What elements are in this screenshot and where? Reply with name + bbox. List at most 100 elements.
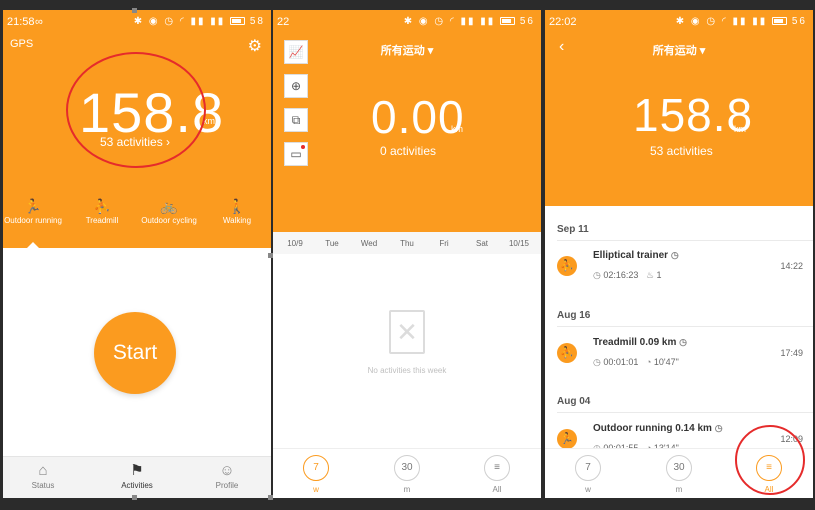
filter-label: 所有运动 — [380, 45, 425, 57]
activity-time: 14:22 — [780, 261, 803, 271]
tab-status[interactable]: ⌂ Status — [3, 461, 83, 490]
sport-label: Walking — [222, 216, 252, 225]
sport-selector: 🏃 Outdoor running ⛹ Treadmill 🚲 Outdoor cyc… — [3, 196, 271, 236]
sport-label: Outdoor running — [4, 216, 62, 225]
status-time: 22 — [277, 16, 290, 28]
pace-icon: ◔ — [645, 357, 652, 367]
sport-label: Treadmill — [85, 216, 119, 225]
summary-header: 21:58 ∞ ✱ ◉ ◷ ◜ ▮▮ ▮▮ 58 GPS ⚙ 158.8 km … — [3, 10, 271, 248]
week-day-row: 10/9 Tue Wed Thu Fri Sat 10/15 — [273, 232, 541, 254]
person-icon: ☺ — [219, 462, 235, 479]
period-week[interactable]: 7w — [291, 455, 341, 494]
chevron-down-icon: ▾ — [699, 45, 706, 57]
treadmill-icon: ⛹ — [557, 343, 577, 363]
summary-header: 22:02 ✱ ◉ ◷ ◜ ▮▮ ▮▮ 56 ‹ 所有运动 ▾ 158.8 km… — [545, 10, 813, 206]
tab-activities[interactable]: ⚑ Activities — [97, 461, 177, 490]
list-item[interactable]: ⛹ Treadmill 0.09 km ◷ ◷ 00:01:01 ◔ 10'47… — [545, 329, 813, 379]
walking-icon: 🚶 — [228, 198, 246, 214]
running-icon: 🏃 — [557, 429, 577, 449]
status-bar: 22 ✱ ◉ ◷ ◜ ▮▮ ▮▮ 56 — [273, 15, 541, 31]
activity-duration: 00:01:01 — [603, 357, 639, 367]
gps-indicator: GPS — [10, 38, 34, 50]
activity-duration: 02:16:23 — [603, 270, 639, 280]
chart-tool-icon[interactable]: 📈 — [284, 40, 308, 64]
tab-label: Status — [31, 481, 55, 490]
tab-label: Activities — [121, 481, 153, 490]
battery-icon — [500, 17, 516, 26]
activity-title-text: Outdoor running 0.14 km — [593, 423, 712, 434]
watch-icon: ◷ — [670, 250, 679, 260]
divider — [557, 412, 813, 413]
week-day: Thu — [400, 239, 414, 248]
watch-icon: ◷ — [714, 423, 723, 433]
sport-walking[interactable]: 🚶 Walking — [205, 196, 269, 225]
sport-filter-dropdown[interactable]: 所有运动 ▾ — [545, 42, 813, 58]
zoom-in-icon[interactable]: ⊕ — [284, 74, 308, 98]
running-icon: 🏃 — [24, 198, 42, 214]
list-item[interactable]: ⛹ Elliptical trainer ◷ ◷ 02:16:23 ♨ 1 14… — [545, 242, 813, 292]
tab-profile[interactable]: ☺ Profile — [187, 461, 267, 490]
battery-level: 56 — [519, 16, 535, 27]
home-icon: ⌂ — [38, 462, 48, 479]
cycling-icon: 🚲 — [160, 198, 178, 214]
sport-outdoor-running[interactable]: 🏃 Outdoor running — [3, 196, 65, 225]
chevron-down-icon: ▾ — [427, 45, 434, 57]
weekly-activities-screen: 22 ✱ ◉ ◷ ◜ ▮▮ ▮▮ 56 所有运动 ▾ 0.00 km 0 act… — [273, 10, 541, 498]
infinity-icon: ∞ — [35, 16, 43, 28]
tab-label: Profile — [215, 481, 239, 490]
activity-time: 17:49 — [780, 348, 803, 358]
selection-handle — [132, 495, 137, 500]
selected-sport-caret — [27, 242, 39, 248]
flag-icon: ⚑ — [130, 462, 144, 479]
activity-calories: 1 — [656, 270, 662, 280]
period-number: 7 — [303, 455, 329, 481]
clock-icon: ◷ — [593, 270, 601, 280]
activity-title-text: Elliptical trainer — [593, 250, 669, 261]
filter-label: 所有运动 — [652, 45, 697, 57]
week-day: Wed — [360, 239, 378, 248]
record-icon[interactable]: ▭ — [284, 142, 308, 166]
all-activities-screen: 22:02 ✱ ◉ ◷ ◜ ▮▮ ▮▮ 56 ‹ 所有运动 ▾ 158.8 km… — [545, 10, 813, 498]
status-time: 22:02 — [549, 16, 577, 28]
crop-icon[interactable]: ⧉ — [284, 108, 308, 132]
period-month[interactable]: 30 m — [654, 455, 704, 494]
activity-meta: ◷ 02:16:23 ♨ 1 — [593, 270, 662, 281]
gear-icon[interactable]: ⚙ — [248, 36, 262, 56]
sport-filter-dropdown[interactable]: 所有运动 ▾ — [273, 42, 541, 58]
period-label: m — [675, 485, 683, 494]
sport-treadmill[interactable]: ⛹ Treadmill — [70, 196, 134, 225]
sport-label: Outdoor cycling — [141, 216, 197, 225]
activities-home-screen: 21:58 ∞ ✱ ◉ ◷ ◜ ▮▮ ▮▮ 58 GPS ⚙ 158.8 km … — [3, 10, 271, 498]
period-label: All — [492, 485, 502, 494]
period-label: w — [313, 485, 319, 494]
status-icons: ✱ ◉ ◷ ◜ ▮▮ ▮▮ 56 — [403, 16, 535, 27]
period-label: w — [585, 485, 591, 494]
period-label: m — [403, 485, 411, 494]
status-icons: ✱ ◉ ◷ ◜ ▮▮ ▮▮ 56 — [675, 16, 807, 27]
week-day: 10/9 — [287, 239, 303, 248]
flame-icon: ♨ — [645, 270, 655, 280]
watch-icon: ◷ — [679, 337, 688, 347]
date-header: Aug 16 — [557, 310, 591, 321]
distance-unit: km — [451, 124, 463, 134]
period-number: 30 — [666, 455, 692, 481]
battery-level: 58 — [249, 16, 265, 27]
sport-outdoor-cycling[interactable]: 🚲 Outdoor cycling — [137, 196, 201, 225]
distance-unit: km — [734, 124, 746, 134]
period-selector: 7w 30 m ≡ All — [273, 448, 541, 498]
selection-handle — [132, 8, 137, 13]
period-all[interactable]: ≡ All — [472, 455, 522, 494]
week-day: 10/15 — [508, 239, 530, 248]
annotation-circle — [735, 425, 805, 495]
week-day: Tue — [325, 239, 339, 248]
activity-meta: ◷ 00:01:01 ◔ 10'47" — [593, 357, 679, 368]
status-bar: 22:02 ✱ ◉ ◷ ◜ ▮▮ ▮▮ 56 — [545, 15, 813, 31]
activity-title-text: Treadmill 0.09 km — [593, 337, 677, 348]
treadmill-icon: ⛹ — [93, 198, 111, 214]
period-week[interactable]: 7w — [563, 455, 613, 494]
week-day: Sat — [475, 239, 488, 248]
start-button[interactable]: Start — [94, 312, 176, 394]
bottom-tab-bar: ⌂ Status ⚑ Activities ☺ Profile — [3, 456, 271, 498]
battery-icon — [772, 17, 788, 26]
period-month[interactable]: 30 m — [382, 455, 432, 494]
